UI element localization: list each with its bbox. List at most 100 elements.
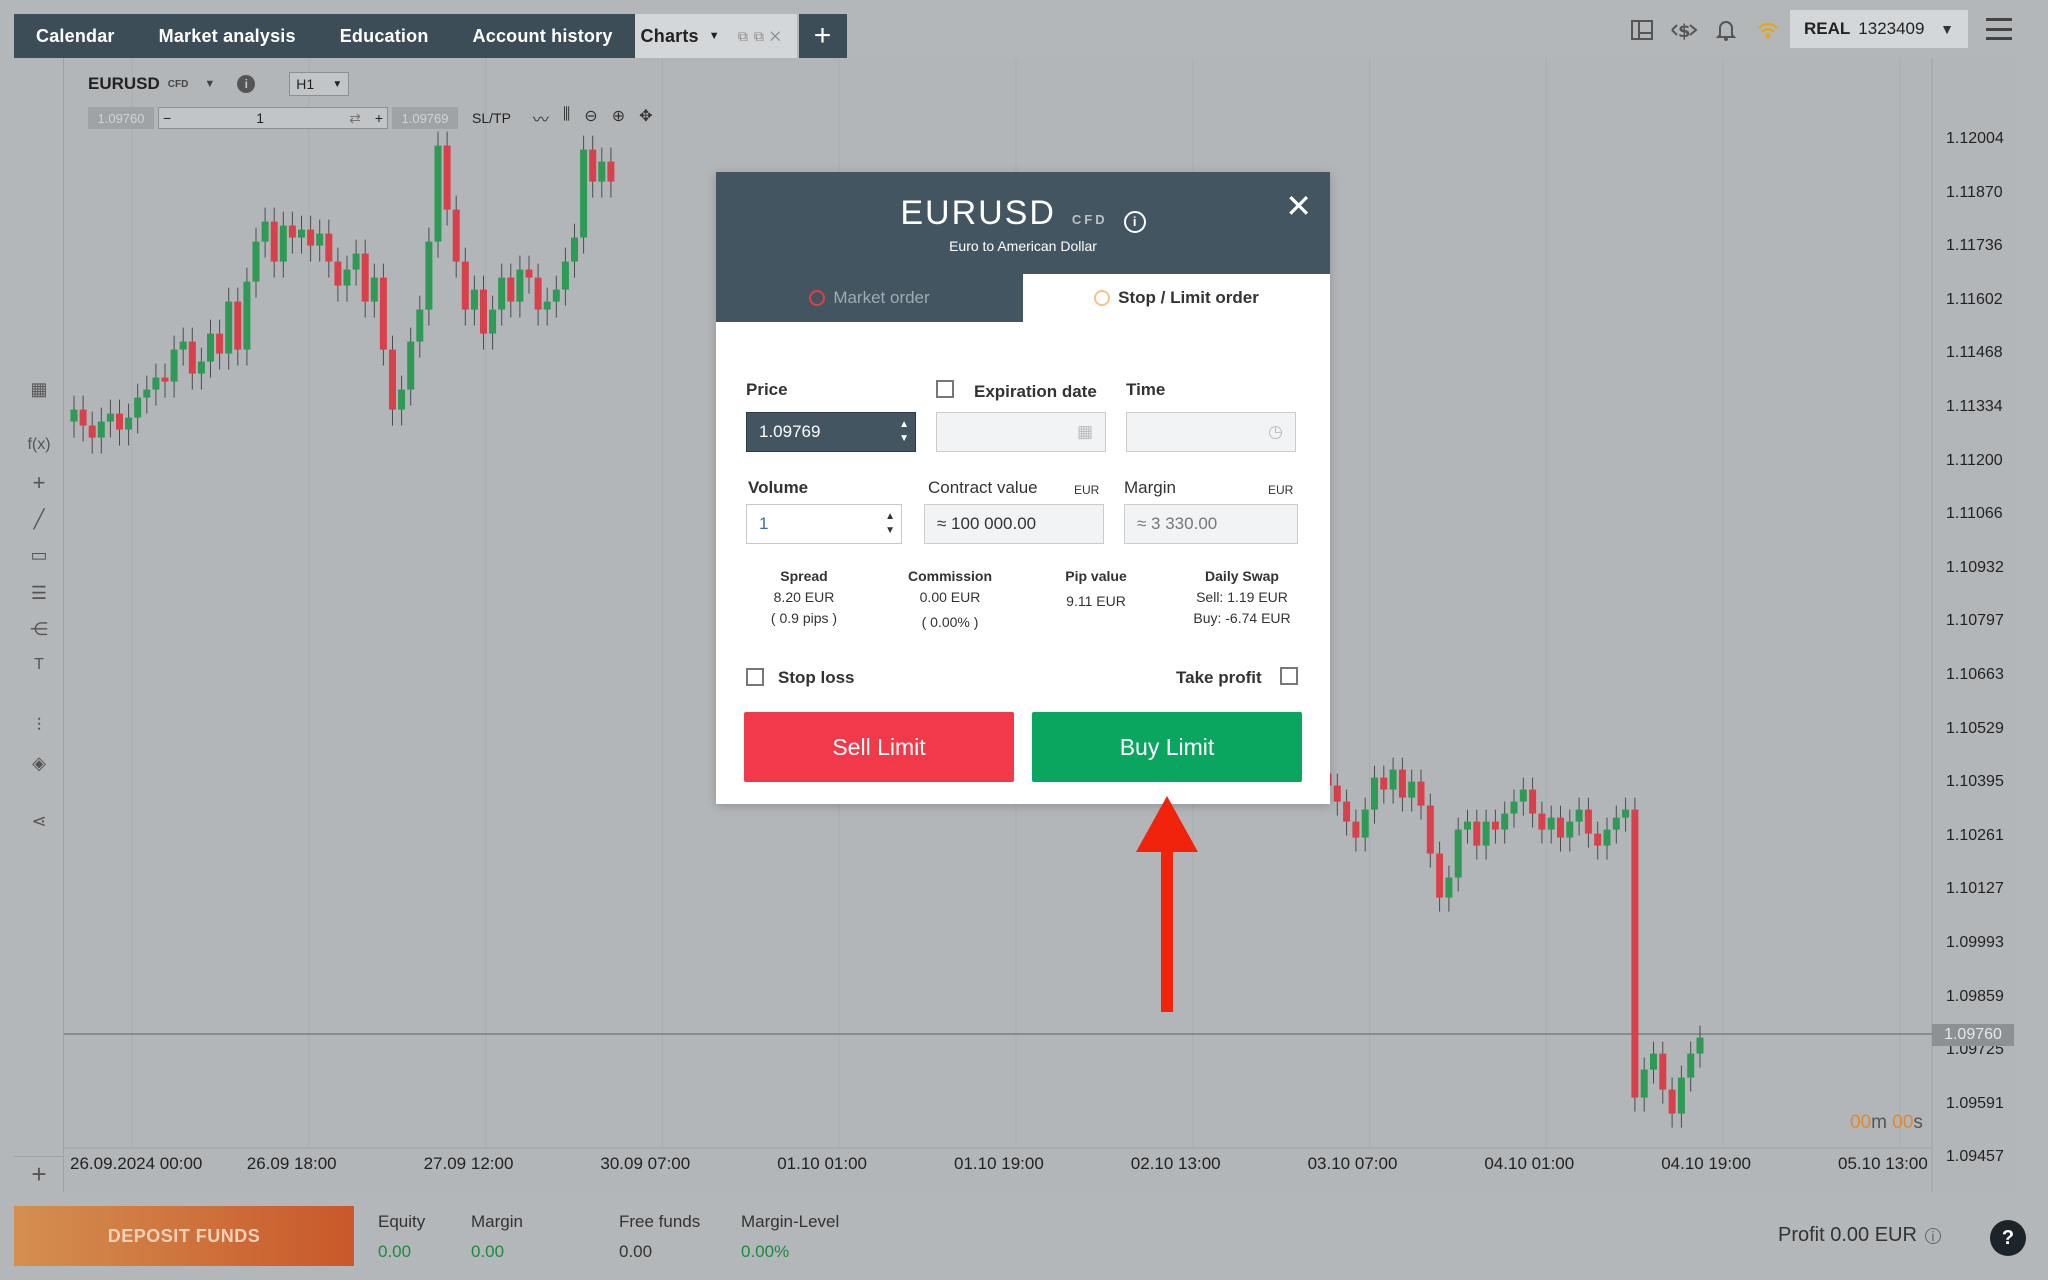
line-tool-icon[interactable]: ╱ [14,504,64,534]
x-tick-label: 03.10 07:00 [1307,1154,1398,1173]
contract-value-unit: EUR [1074,483,1100,497]
candle-body [352,253,360,270]
chevron-down-icon[interactable]: ▼ [709,30,720,42]
stop-loss-checkbox[interactable] [746,668,764,686]
chart-symbol[interactable]: EURUSD [88,74,160,94]
candle-body [1622,809,1630,818]
expiration-checkbox[interactable] [936,380,954,398]
tab-account-history[interactable]: Account history [450,14,635,58]
volume-input[interactable]: 1 ▲ ▼ [746,504,902,544]
candle-body [1529,789,1537,814]
add-tool-icon[interactable]: + [14,1156,64,1192]
account-selector[interactable]: REAL 1323409 ▼ [1790,10,1968,48]
candle-body [207,333,214,362]
time-input[interactable]: ◷ [1126,412,1296,452]
indicator-icon[interactable]: ⫶ [14,710,64,740]
layers-icon[interactable]: ◈ [14,748,64,778]
info-icon[interactable]: i [1123,210,1146,233]
stepper-arrows-icon[interactable]: ▲ ▼ [899,418,909,446]
candle-body [1491,821,1499,830]
pip-value-info: Pip value 9.11 EUR [1026,566,1166,612]
candle-body [543,301,551,310]
deposit-funds-button[interactable]: DEPOSIT FUNDS [14,1206,354,1266]
tab-education[interactable]: Education [317,14,451,58]
tab-market-order-label: Market order [833,288,930,307]
help-button[interactable]: ? [1990,1220,2026,1256]
close-icon[interactable]: ✕ [1285,190,1312,222]
candle-body [161,377,169,382]
crosshair-icon[interactable]: + [14,468,64,498]
price-label: Price [746,380,788,399]
price-input[interactable]: 1.09769 ▲ ▼ [746,412,916,452]
candle-body [1352,821,1360,838]
swap-icon[interactable]: ⇄ [349,110,361,127]
dialog-header: EURUSD CFD i Euro to American Dollar ✕ [716,172,1330,274]
tab-market-order[interactable]: Market order [716,274,1023,322]
buy-limit-button[interactable]: Buy Limit [1032,712,1302,782]
buy-price-chip[interactable]: 1.09769 [392,107,458,129]
margin-value: 0.00 [471,1242,505,1261]
pitchfork-icon[interactable]: ⋲ [14,614,64,644]
info-icon[interactable]: i [1924,1227,1941,1244]
y-tick-label: 1.09591 [1946,1094,2004,1112]
profit-display: Profit 0.00 EUR i [1778,1224,1941,1247]
connection-icon [1754,16,1782,44]
free-funds-label: Free funds [619,1212,701,1231]
y-tick-label: 1.12004 [1946,130,2004,147]
stop-loss-label: Stop loss [778,668,855,687]
candle-body [334,261,342,286]
quantity-stepper[interactable]: − 1 ⇄ + [158,107,388,129]
candle-chart-icon[interactable]: ⫼ [563,106,570,130]
commission-info: Commission 0.00 EUR ( 0.00% ) [880,566,1020,633]
svg-text:$: $ [1678,21,1691,41]
price-alert-icon[interactable]: $ [1670,16,1698,44]
sltp-toggle[interactable]: SL/TP [472,110,511,126]
candle-body [1445,877,1453,898]
layout-icon[interactable] [1628,16,1656,44]
plus-icon[interactable]: + [375,110,383,127]
volume-label: Volume [748,478,809,497]
menu-icon[interactable] [1986,18,2012,40]
timeframe-select[interactable]: H1 ▼ [289,72,350,96]
margin-label: Margin [471,1212,523,1231]
line-chart-icon[interactable]: 〰 [533,106,549,130]
margin-stat: Margin 0.00 [471,1212,523,1262]
zoom-in-icon[interactable]: ⊕ [612,106,625,130]
x-tick-label: 26.09.2024 00:00 [70,1154,203,1173]
account-type: REAL [1804,19,1851,38]
dialog-symbol: EURUSD [900,194,1056,232]
candle-body [307,229,315,246]
fibonacci-icon[interactable]: ☰ [14,578,64,608]
window-controls-icon[interactable]: ⧉⧉✕ [738,28,787,45]
function-icon[interactable]: f(x) [14,430,64,460]
zoom-out-icon[interactable]: ⊖ [584,106,597,130]
candle-body [407,341,415,390]
info-icon[interactable]: i [237,75,256,93]
sell-price-chip[interactable]: 1.09760 [88,107,154,129]
grid-layout-icon[interactable]: ▦ [14,374,64,404]
bell-icon[interactable] [1712,16,1740,44]
candle-body [580,149,588,238]
equity-label: Equity [378,1212,426,1231]
take-profit-checkbox[interactable] [1280,667,1298,685]
tab-market-analysis[interactable]: Market analysis [136,14,318,58]
expiration-date-input[interactable]: ▦ [936,412,1106,452]
tab-stop-limit-order[interactable]: Stop / Limit order [1023,274,1330,322]
rectangle-tool-icon[interactable]: ▭ [14,540,64,570]
equity-stat: Equity 0.00 [378,1212,425,1262]
y-tick-label: 1.11334 [1946,398,2003,415]
share-icon[interactable]: ⋖ [14,806,64,836]
minus-icon[interactable]: − [163,110,171,126]
candle-body [1417,781,1425,806]
add-tab-button[interactable]: + [798,14,847,58]
candle-body [1557,817,1564,838]
chevron-down-icon[interactable]: ▼ [204,78,215,90]
sell-limit-button[interactable]: Sell Limit [744,712,1014,782]
stepper-arrows-icon[interactable]: ▲ ▼ [885,510,895,538]
candle-body [134,397,142,418]
move-icon[interactable]: ✥ [639,106,652,130]
tab-charts[interactable]: Charts ▼ ⧉⧉✕ [634,14,797,58]
tab-calendar[interactable]: Calendar [14,14,137,58]
text-tool-icon[interactable]: T [14,650,64,680]
daily-swap-label: Daily Swap [1205,568,1279,584]
